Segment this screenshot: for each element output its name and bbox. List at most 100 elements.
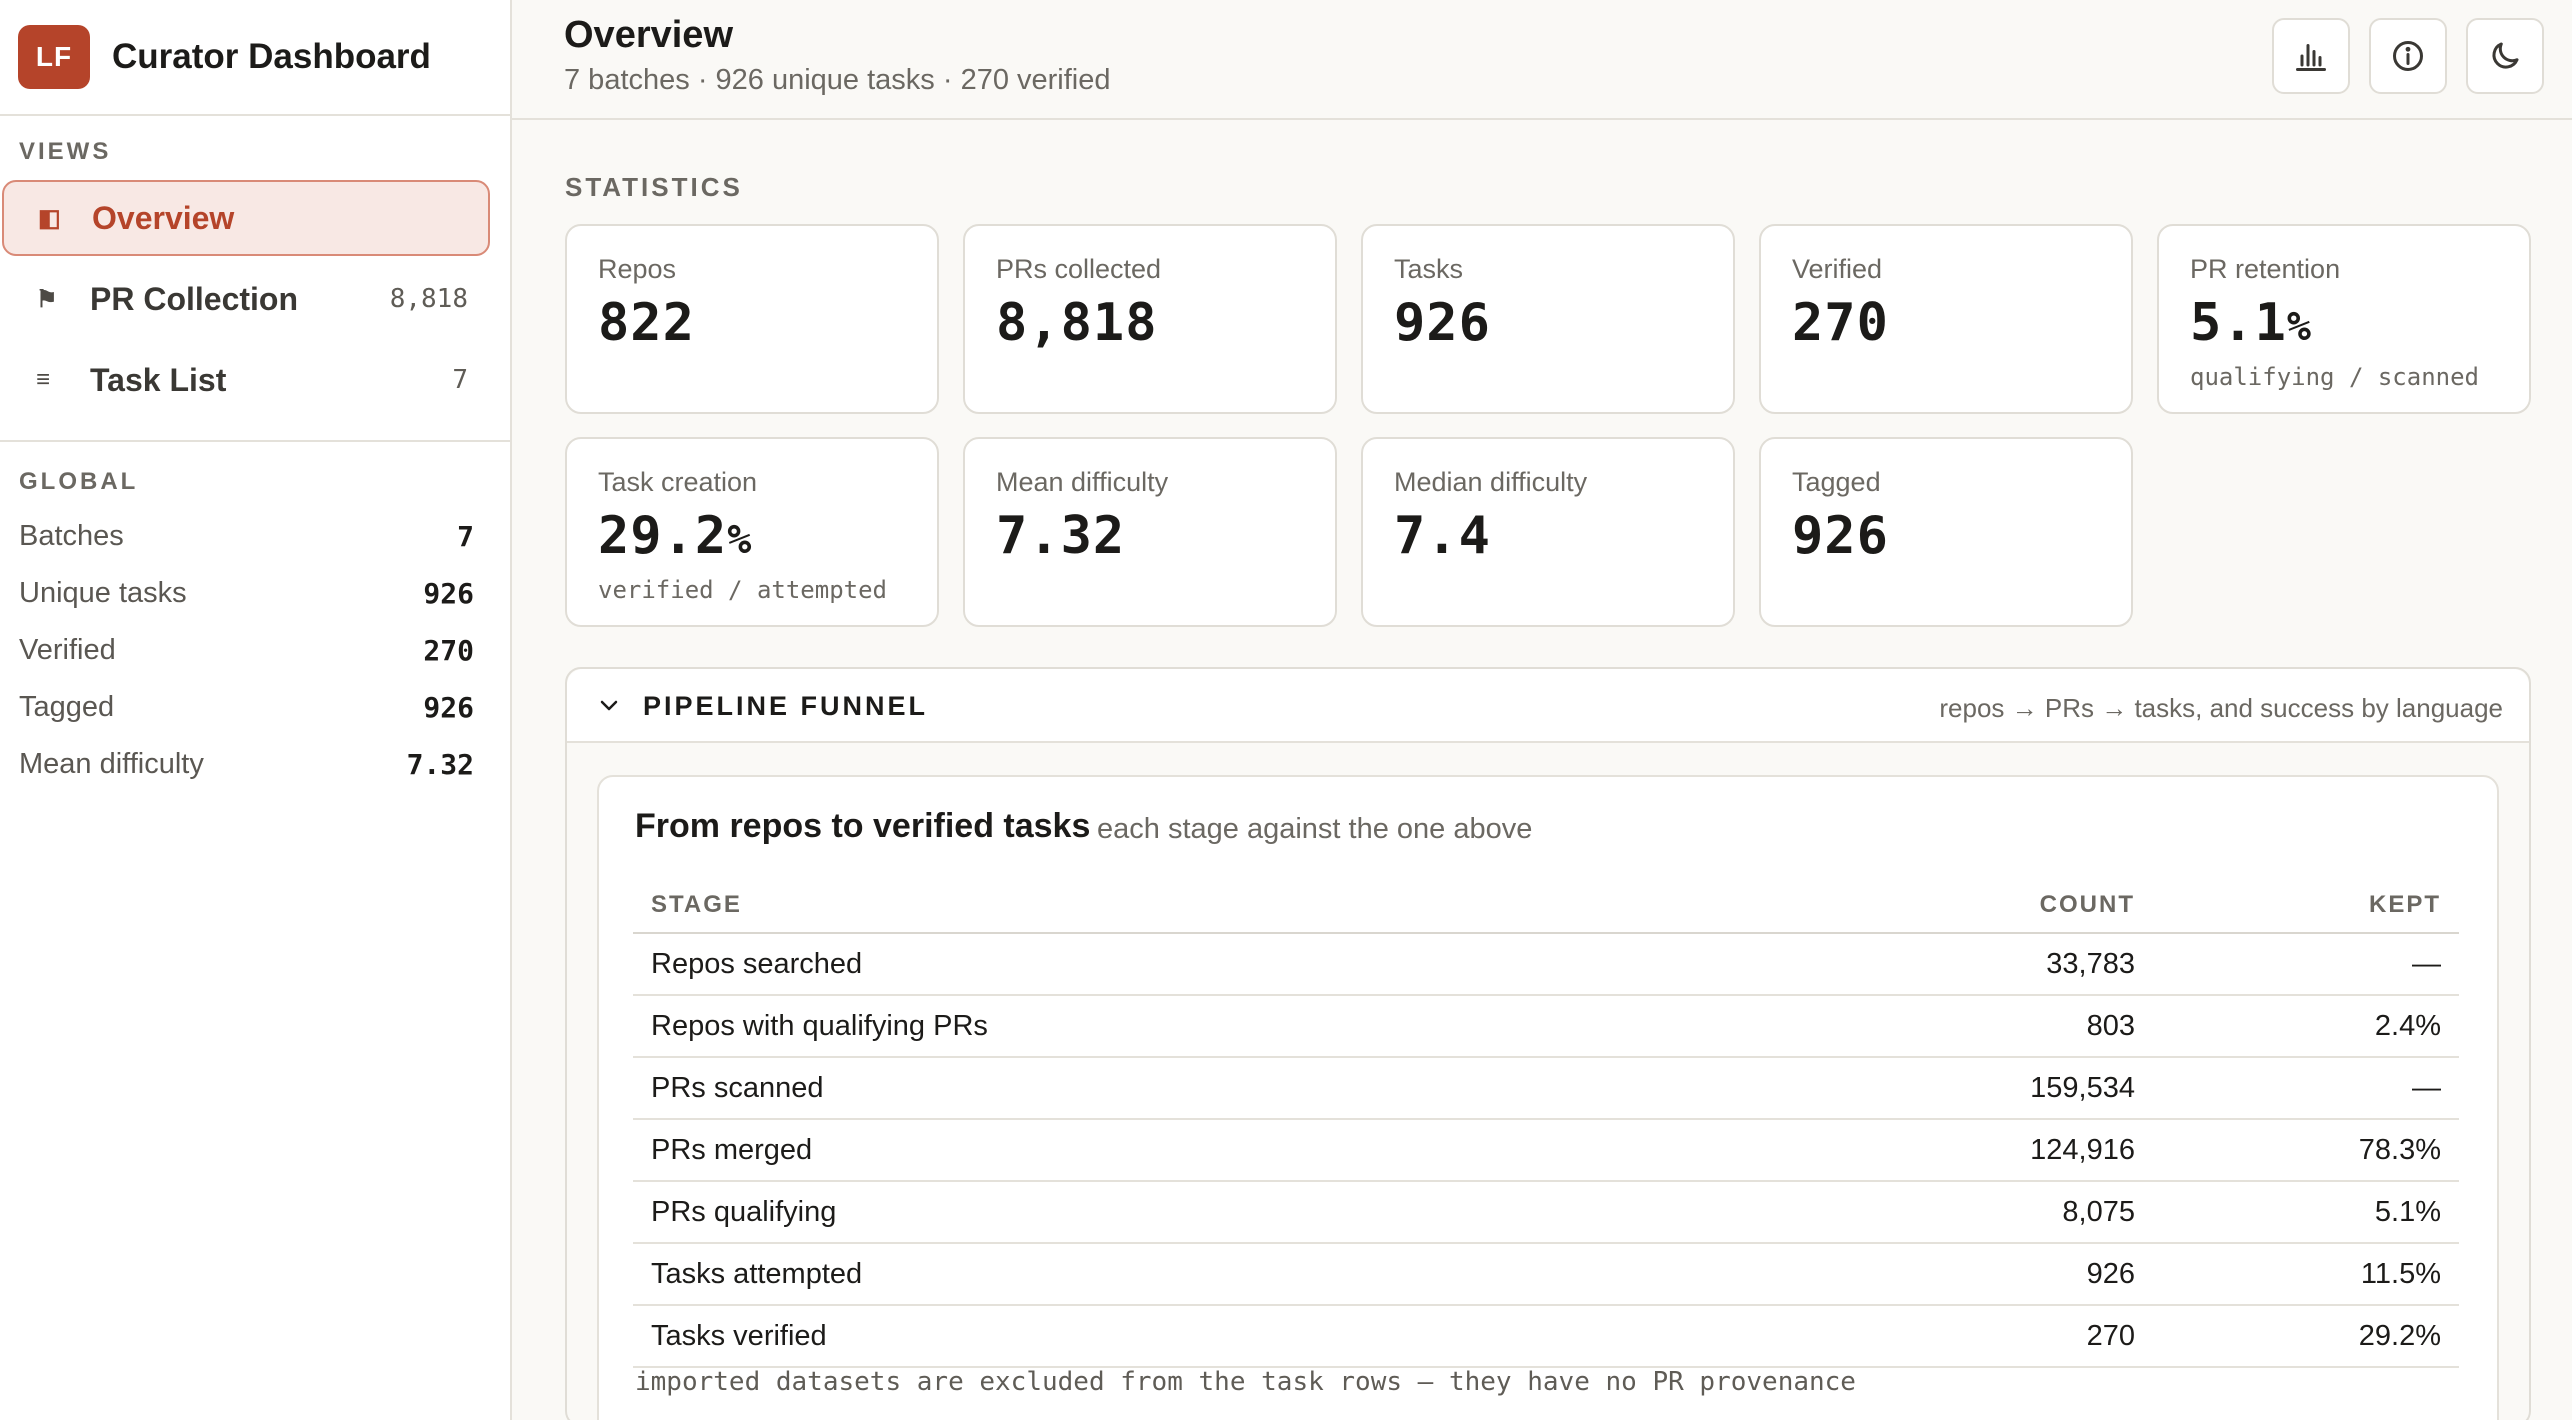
app-logo: LF [18, 25, 90, 89]
global-stat-label: Mean difficulty [19, 748, 204, 780]
stat-card-value: 29.2% [598, 506, 937, 566]
pipeline-funnel-toggle[interactable]: PIPELINE FUNNEL repos → PRs → tasks, and… [567, 669, 2529, 743]
table-row: Repos with qualifying PRs 803 2.4% [633, 995, 2459, 1058]
brand-header: LF Curator Dashboard [0, 0, 510, 116]
stat-card-unit: % [2286, 304, 2313, 350]
stat-card-mean-difficulty: Mean difficulty 7.32 [963, 437, 1337, 627]
global-stat-batches: Batches 7 [0, 508, 510, 565]
count-cell: 33,783 [1733, 933, 2153, 996]
global-stat-mean-difficulty: Mean difficulty 7.32 [0, 736, 510, 793]
global-stat-value: 7 [457, 520, 474, 553]
stat-card-pr-retention: PR retention 5.1% qualifying / scanned [2157, 224, 2531, 414]
moon-icon [2492, 42, 2519, 69]
kept-cell: 29.2% [2153, 1305, 2459, 1368]
global-stat-label: Batches [19, 520, 124, 552]
global-stat-value: 926 [423, 691, 474, 724]
kept-cell: — [2153, 1057, 2459, 1120]
global-stats: Batches 7 Unique tasks 926 Verified 270 … [0, 508, 510, 793]
views-nav: ◧ Overview ⚑ PR Collection 8,818 ≡ Task … [0, 180, 510, 418]
kept-cell: — [2153, 933, 2459, 996]
global-stat-unique-tasks: Unique tasks 926 [0, 565, 510, 622]
sidebar-panel-icon: ◧ [38, 204, 61, 232]
kept-cell: 5.1% [2153, 1181, 2459, 1244]
page-subtitle: 7 batches · 926 unique tasks · 270 verif… [564, 64, 1111, 96]
kept-cell: 11.5% [2153, 1243, 2459, 1306]
stage-cell: Tasks attempted [633, 1243, 1733, 1306]
stat-card-task-creation: Task creation 29.2% verified / attempted [565, 437, 939, 627]
column-header-count: COUNT [1733, 877, 2153, 934]
charts-button[interactable] [2272, 18, 2350, 94]
stat-card-label: Tagged [1792, 467, 1881, 497]
global-stat-label: Verified [19, 634, 116, 666]
funnel-title: From repos to verified tasks [635, 807, 1091, 845]
stat-card-value: 7.4 [1394, 506, 1733, 566]
stat-card-number: 822 [598, 293, 695, 353]
stat-card-caption: qualifying / scanned [2190, 363, 2479, 391]
pipeline-funnel-hint: repos → PRs → tasks, and success by lang… [1939, 693, 2503, 723]
global-stat-value: 926 [423, 577, 474, 610]
sidebar-item-label: PR Collection [90, 280, 299, 317]
table-row: Repos searched 33,783 — [633, 933, 2459, 996]
stage-cell: PRs scanned [633, 1057, 1733, 1120]
stat-card-label: Mean difficulty [996, 467, 1169, 497]
sidebar-item-pr-collection[interactable]: ⚑ PR Collection 8,818 [2, 261, 490, 337]
table-row: Tasks attempted 926 11.5% [633, 1243, 2459, 1306]
stat-card-label: Task creation [598, 467, 758, 497]
stat-card-prs-collected: PRs collected 8,818 [963, 224, 1337, 414]
stat-card-value: 7.32 [996, 506, 1335, 566]
sidebar-item-count: 7 [452, 365, 468, 395]
stage-cell: Tasks verified [633, 1305, 1733, 1368]
sidebar-item-label: Task List [90, 361, 227, 398]
stat-card-unit: % [727, 517, 753, 563]
stat-card-number: 926 [1394, 293, 1491, 353]
info-button[interactable] [2369, 18, 2447, 94]
global-stat-label: Tagged [19, 691, 115, 723]
sidebar-item-label: Overview [92, 199, 235, 236]
stat-card-value: 822 [598, 293, 937, 353]
theme-toggle-button[interactable] [2466, 18, 2544, 94]
stat-card-verified: Verified 270 [1759, 224, 2133, 414]
stat-card-value: 926 [1394, 293, 1733, 353]
sidebar-item-task-list[interactable]: ≡ Task List 7 [2, 342, 490, 418]
pipeline-funnel-panel: PIPELINE FUNNEL repos → PRs → tasks, and… [565, 667, 2531, 1420]
funnel-footnote: imported datasets are excluded from the … [635, 1367, 1856, 1397]
pipeline-funnel-title: PIPELINE FUNNEL [643, 691, 929, 721]
stat-card-caption: verified / attempted [598, 576, 887, 604]
sidebar-item-overview[interactable]: ◧ Overview [2, 180, 490, 256]
info-icon [2393, 41, 2423, 71]
funnel-card: From repos to verified tasks each stage … [597, 775, 2499, 1420]
stage-cell: PRs qualifying [633, 1181, 1733, 1244]
stat-card-number: 5.1 [2190, 293, 2287, 353]
views-section-label: VIEWS [19, 138, 112, 165]
global-stat-value: 270 [423, 634, 474, 667]
global-stat-verified: Verified 270 [0, 622, 510, 679]
page-title: Overview [564, 14, 733, 56]
stat-card-number: 29.2 [598, 506, 728, 566]
kept-cell: 78.3% [2153, 1119, 2459, 1182]
stat-card-label: PR retention [2190, 254, 2341, 284]
stat-card-number: 7.4 [1394, 506, 1491, 566]
main-content: Overview 7 batches · 926 unique tasks · … [512, 0, 2572, 1420]
stat-card-number: 926 [1792, 506, 1889, 566]
global-stat-value: 7.32 [406, 748, 474, 781]
stat-card-median-difficulty: Median difficulty 7.4 [1361, 437, 1735, 627]
stat-card-tasks: Tasks 926 [1361, 224, 1735, 414]
stat-card-label: PRs collected [996, 254, 1162, 284]
table-row: PRs merged 124,916 78.3% [633, 1119, 2459, 1182]
stat-card-number: 270 [1792, 293, 1889, 353]
stat-card-tagged: Tagged 926 [1759, 437, 2133, 627]
column-header-stage: STAGE [633, 877, 1733, 934]
stat-card-label: Median difficulty [1394, 467, 1588, 497]
stage-cell: Repos with qualifying PRs [633, 995, 1733, 1058]
bar-chart-icon [2296, 44, 2326, 71]
count-cell: 8,075 [1733, 1181, 2153, 1244]
stat-card-number: 8,818 [996, 293, 1158, 353]
funnel-table: STAGE COUNT KEPT Repos searched 33,783 —… [633, 877, 2459, 1368]
table-row: Tasks verified 270 29.2% [633, 1305, 2459, 1368]
global-stat-label: Unique tasks [19, 577, 187, 609]
app-title: Curator Dashboard [112, 37, 431, 76]
table-row: PRs scanned 159,534 — [633, 1057, 2459, 1120]
column-header-kept: KEPT [2153, 877, 2459, 934]
stat-card-repos: Repos 822 [565, 224, 939, 414]
stat-card-label: Tasks [1394, 254, 1464, 284]
